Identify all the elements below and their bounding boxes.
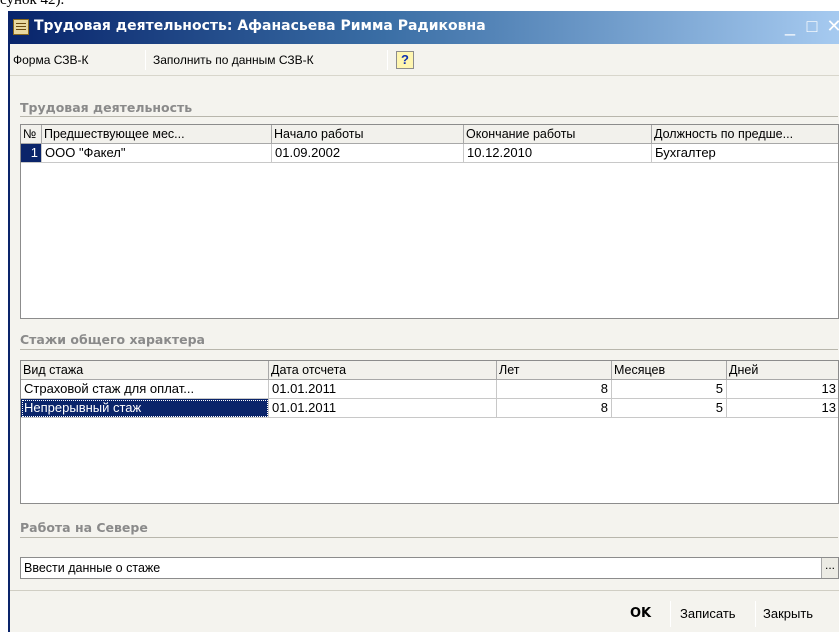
table-cell-months[interactable]: 5 <box>612 399 727 418</box>
close-window-button[interactable]: ✕ <box>824 16 839 36</box>
form-icon <box>13 19 29 35</box>
north-work-section-title: Работа на Севере <box>20 520 148 535</box>
save-button[interactable]: Записать <box>680 606 736 621</box>
column-header-end-date[interactable]: Окончание работы <box>464 125 652 144</box>
table-cell-experience-type-selected[interactable]: Непрерывный стаж <box>21 399 269 418</box>
north-experience-value[interactable]: Ввести данные о стаже <box>24 561 160 575</box>
help-icon[interactable]: ? <box>396 51 414 69</box>
select-button[interactable]: ... <box>821 558 838 578</box>
column-header-position[interactable]: Должность по предше... <box>652 125 838 144</box>
fill-from-szv-k-button[interactable]: Заполнить по данным СЗВ-К <box>153 53 314 67</box>
form-szv-k-button[interactable]: Форма СЗВ-К <box>13 53 89 67</box>
toolbar-separator <box>145 50 146 70</box>
ok-button[interactable]: OK <box>630 606 651 621</box>
table-cell-years[interactable]: 8 <box>497 380 612 399</box>
maximize-button[interactable]: □ <box>802 16 822 36</box>
column-header-experience-type[interactable]: Вид стажа <box>21 361 269 380</box>
minimize-button[interactable]: _ <box>780 16 800 36</box>
document-caption-fragment: сунок 42). <box>0 0 65 8</box>
dialog-window: Трудовая деятельность: Афанасьева Римма … <box>8 11 839 632</box>
section-divider <box>20 537 838 538</box>
table-cell-end-date[interactable]: 10.12.2010 <box>464 144 652 163</box>
table-cell-experience-type[interactable]: Страховой стаж для оплат... <box>21 380 269 399</box>
section-divider <box>20 349 838 350</box>
toolbar-separator <box>387 50 388 70</box>
work-activity-table[interactable]: № Предшествующее мес... Начало работы Ок… <box>20 124 839 319</box>
column-header-months[interactable]: Месяцев <box>612 361 727 380</box>
general-experience-table[interactable]: Вид стажа Дата отсчета Лет Месяцев Дней … <box>20 360 839 504</box>
table-cell-start-date[interactable]: 01.09.2002 <box>272 144 464 163</box>
table-cell-months[interactable]: 5 <box>612 380 727 399</box>
table-cell-days[interactable]: 13 <box>727 380 838 399</box>
window-title: Трудовая деятельность: Афанасьева Римма … <box>34 18 486 34</box>
column-header-days[interactable]: Дней <box>727 361 838 380</box>
footer-separator <box>670 601 671 627</box>
column-header-number[interactable]: № <box>21 125 42 144</box>
section-divider <box>20 116 838 117</box>
table-cell-reference-date[interactable]: 01.01.2011 <box>269 399 497 418</box>
table-cell-days[interactable]: 13 <box>727 399 838 418</box>
toolbar: Форма СЗВ-К Заполнить по данным СЗВ-К ? <box>10 44 839 76</box>
north-experience-field[interactable]: Ввести данные о стаже ... <box>20 557 839 579</box>
table-cell-reference-date[interactable]: 01.01.2011 <box>269 380 497 399</box>
column-header-start-date[interactable]: Начало работы <box>272 125 464 144</box>
column-header-previous-place[interactable]: Предшествующее мес... <box>42 125 272 144</box>
title-bar[interactable]: Трудовая деятельность: Афанасьева Римма … <box>10 11 839 44</box>
table-cell-number[interactable]: 1 <box>21 144 42 163</box>
table-cell-years[interactable]: 8 <box>497 399 612 418</box>
close-button[interactable]: Закрыть <box>763 606 813 621</box>
footer-separator <box>755 601 756 627</box>
column-header-reference-date[interactable]: Дата отсчета <box>269 361 497 380</box>
general-experience-section-title: Стажи общего характера <box>20 332 205 347</box>
footer-divider <box>10 590 839 591</box>
table-cell-position[interactable]: Бухгалтер <box>652 144 838 163</box>
work-activity-section-title: Трудовая деятельность <box>20 100 193 115</box>
column-header-years[interactable]: Лет <box>497 361 612 380</box>
table-cell-previous-place[interactable]: ООО "Факел" <box>42 144 272 163</box>
